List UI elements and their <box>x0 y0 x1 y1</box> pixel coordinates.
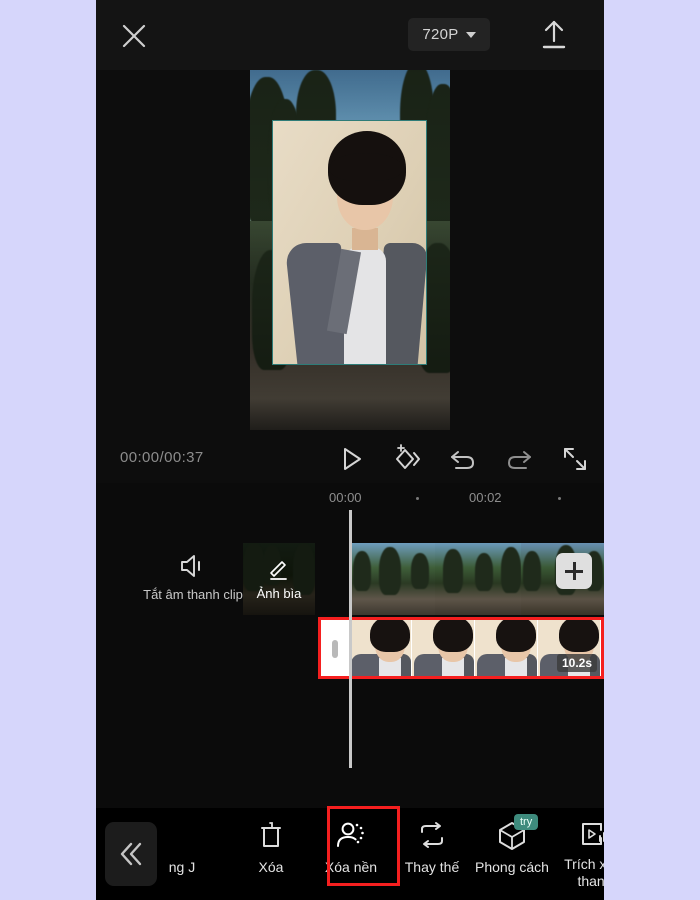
clip-duration-badge: 10.2s <box>556 654 597 672</box>
selected-clip-content: 10.2s <box>321 620 601 676</box>
cover-image-label: Ảnh bìa <box>256 586 302 601</box>
replace-loop-icon <box>415 818 449 854</box>
track-thumbnail <box>349 543 435 615</box>
tool-label: Thay thế <box>404 859 460 875</box>
trim-grip <box>332 640 338 658</box>
style-cube-icon: try <box>496 814 539 854</box>
portrait-fringe <box>329 152 402 181</box>
resolution-label: 720P <box>422 26 459 43</box>
pencil-edit-icon <box>268 559 290 581</box>
chevron-down-icon <box>465 31 476 38</box>
track-thumbnail <box>435 543 521 615</box>
tool-delete[interactable]: Xóa <box>230 818 312 890</box>
upload-arrow-icon[interactable] <box>539 18 569 52</box>
portrait-neck <box>351 227 378 250</box>
ruler-tick-dot <box>416 497 419 500</box>
extract-audio-icon <box>579 818 604 851</box>
try-badge: try <box>514 814 539 830</box>
close-icon[interactable] <box>118 20 150 52</box>
selected-clip[interactable]: 10.2s <box>318 617 604 679</box>
ruler-tick-dot <box>558 497 561 500</box>
timeline-panel[interactable]: 00:00 00:02 Tắt âm thanh clip Ảnh bìa 10… <box>96 483 604 808</box>
portrait-overlay-clip[interactable] <box>272 120 427 365</box>
resolution-selector[interactable]: 720P <box>408 18 490 51</box>
phone-screen: 720P 00:00/00:37 00:00 00:02 Tắt âm than… <box>96 0 604 900</box>
ruler-label: 00:02 <box>469 490 502 505</box>
tool-style[interactable]: try Phong cách <box>471 814 553 890</box>
cover-image-button[interactable]: Ảnh bìa <box>243 543 315 615</box>
add-clip-button[interactable] <box>556 553 592 589</box>
tool-label: Phong cách <box>475 859 549 875</box>
trash-delete-icon <box>256 818 286 854</box>
double-chevron-left-icon[interactable] <box>105 822 157 886</box>
tool-replace[interactable]: Thay thế <box>391 818 473 890</box>
clip-trim-handle-left[interactable] <box>321 620 349 676</box>
redo-arrow-icon[interactable] <box>502 443 536 475</box>
clip-thumbnail <box>412 620 475 676</box>
player-control-bar: 00:00/00:37 <box>96 435 604 483</box>
tool-extract-audio[interactable]: Trích xuất thanh <box>554 818 604 890</box>
tool-label: Trích xuất thanh <box>564 856 604 889</box>
remove-background-person-icon <box>334 818 368 854</box>
tool-label: Xóa <box>258 859 284 875</box>
tool-label: ng J <box>168 859 196 875</box>
clip-thumbnail <box>349 620 412 676</box>
preview-area <box>96 70 604 435</box>
clip-thumbnail <box>475 620 538 676</box>
undo-arrow-icon[interactable] <box>446 443 480 475</box>
top-bar: 720P <box>96 0 604 70</box>
timeline-playhead[interactable] <box>349 510 352 768</box>
tool-remove-background[interactable]: Xóa nền <box>310 818 392 890</box>
bottom-toolbar: ng J Xóa Xóa nền Thay thế try Phong cách… <box>96 808 604 900</box>
speaker-mute-icon[interactable] <box>178 553 208 579</box>
mute-clip-label: Tắt âm thanh clip <box>143 587 243 602</box>
add-keyframe-diamond-icon[interactable] <box>390 443 424 475</box>
tool-label: Xóa nền <box>324 859 378 875</box>
ruler-label: 00:00 <box>329 490 362 505</box>
play-triangle-icon[interactable] <box>334 443 368 475</box>
expand-fullscreen-icon[interactable] <box>558 443 592 475</box>
playback-time-label: 00:00/00:37 <box>120 449 204 466</box>
tool-list[interactable]: ng J Xóa Xóa nền Thay thế try Phong cách… <box>157 808 604 900</box>
tool-partial[interactable]: ng J <box>157 818 223 890</box>
video-preview[interactable] <box>250 70 450 430</box>
